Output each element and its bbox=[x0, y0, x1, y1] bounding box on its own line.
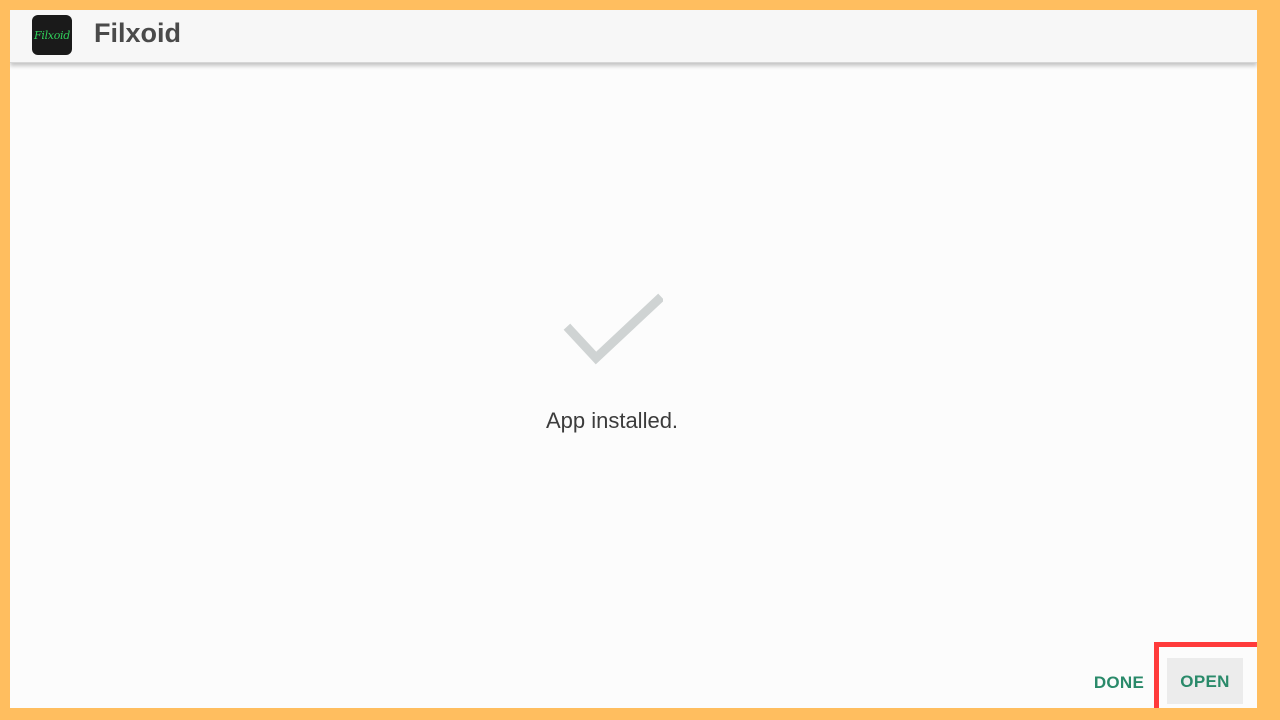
installer-screen: Filxoid Filxoid App installed. DONE OPEN bbox=[10, 10, 1257, 708]
install-status-message: App installed. bbox=[545, 408, 679, 433]
app-icon: Filxoid bbox=[32, 15, 72, 55]
app-icon-text: Filxoid bbox=[34, 28, 70, 42]
done-button[interactable]: DONE bbox=[1087, 668, 1151, 698]
app-bar: Filxoid Filxoid bbox=[10, 10, 1257, 63]
open-button[interactable]: OPEN bbox=[1167, 658, 1243, 704]
app-title: Filxoid bbox=[94, 18, 181, 48]
checkmark-icon bbox=[563, 293, 663, 365]
